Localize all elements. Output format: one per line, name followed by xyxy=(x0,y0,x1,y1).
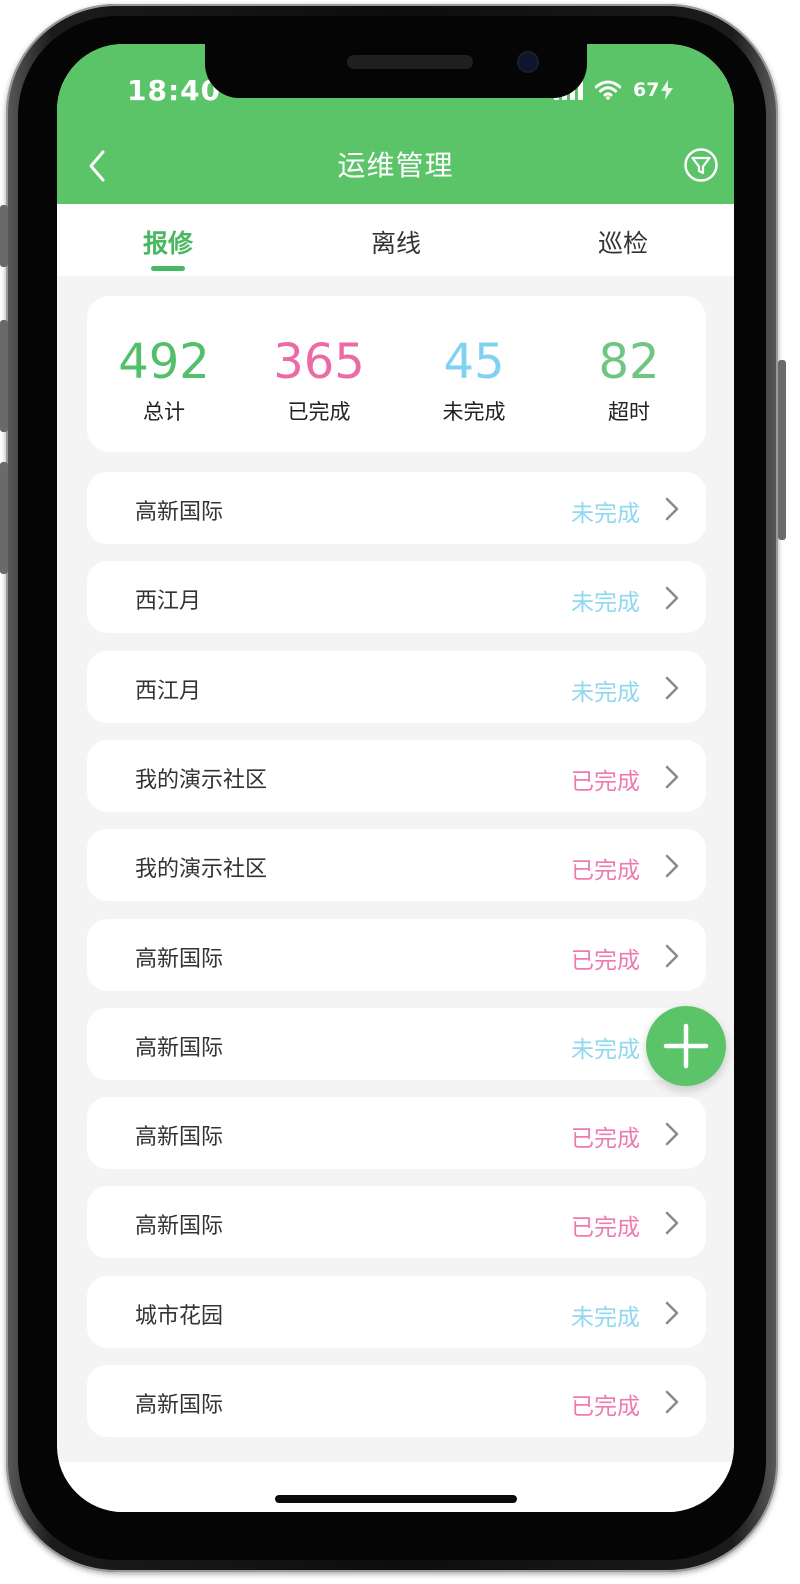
speaker-grille xyxy=(347,55,473,69)
app-screen: 18:40 67 运维管理 报修 离线 巡检 492 总计 365 已完成 45… xyxy=(57,44,734,1512)
status-badge: 已完成 xyxy=(571,1215,640,1242)
stat-overtime[interactable]: 82 超时 xyxy=(559,336,699,426)
chevron-right-icon xyxy=(665,497,679,521)
status-badge: 未完成 xyxy=(571,679,640,706)
status-badge: 已完成 xyxy=(571,768,640,795)
list-item[interactable]: 西江月 未完成 xyxy=(87,650,706,723)
home-indicator[interactable] xyxy=(275,1495,517,1503)
community-name: 我的演示社区 xyxy=(135,767,268,793)
status-badge: 已完成 xyxy=(571,1126,640,1153)
community-name: 高新国际 xyxy=(135,1035,224,1061)
list-item[interactable]: 高新国际 已完成 xyxy=(87,1097,706,1170)
plus-icon xyxy=(663,1023,709,1069)
stat-label: 未完成 xyxy=(442,400,506,424)
list-item[interactable]: 高新国际 未完成 xyxy=(87,1007,706,1080)
stat-value: 365 xyxy=(273,334,365,390)
wifi-icon xyxy=(595,80,621,100)
charging-bolt-icon xyxy=(661,80,674,100)
status-badge: 未完成 xyxy=(571,590,640,617)
stats-card: 492 总计 365 已完成 45 未完成 82 超时 xyxy=(87,296,706,452)
list-item[interactable]: 我的演示社区 已完成 xyxy=(87,739,706,812)
add-button[interactable] xyxy=(646,1006,726,1086)
status-badge: 已完成 xyxy=(571,947,640,974)
list-item[interactable]: 城市花园 未完成 xyxy=(87,1275,706,1348)
battery-level: 67 xyxy=(633,79,660,101)
status-badge: 未完成 xyxy=(571,1036,640,1063)
list-item[interactable]: 西江月 未完成 xyxy=(87,561,706,634)
community-name: 高新国际 xyxy=(135,500,224,525)
stat-incomplete[interactable]: 45 未完成 xyxy=(404,336,544,426)
stat-value: 492 xyxy=(118,334,210,390)
front-camera xyxy=(519,53,537,71)
list-item[interactable]: 高新国际 未完成 xyxy=(87,472,706,544)
chevron-right-icon xyxy=(665,854,679,878)
tab-bar: 报修 离线 巡检 xyxy=(57,204,734,276)
list-item[interactable]: 高新国际 已完成 xyxy=(87,1365,706,1437)
community-name: 我的演示社区 xyxy=(135,857,268,883)
community-name: 高新国际 xyxy=(135,946,224,972)
volume-up-button xyxy=(0,320,8,432)
chevron-right-icon xyxy=(665,765,679,789)
community-name: 高新国际 xyxy=(135,1393,224,1418)
page-title: 运维管理 xyxy=(337,149,454,182)
power-button xyxy=(778,360,786,540)
community-name: 高新国际 xyxy=(135,1214,224,1240)
chevron-right-icon xyxy=(665,587,679,610)
stat-completed[interactable]: 365 已完成 xyxy=(249,336,389,426)
chevron-right-icon xyxy=(665,944,679,967)
list-item[interactable]: 高新国际 已完成 xyxy=(87,1186,706,1259)
tab-active-indicator xyxy=(151,266,185,271)
community-name: 城市花园 xyxy=(135,1303,224,1329)
status-badge: 已完成 xyxy=(571,858,640,885)
list-item[interactable]: 我的演示社区 已完成 xyxy=(87,829,706,902)
chevron-right-icon xyxy=(665,1122,679,1146)
stat-label: 总计 xyxy=(143,400,185,424)
tab-repair[interactable]: 报修 xyxy=(98,224,238,260)
chevron-right-icon xyxy=(665,1390,679,1414)
status-badge: 未完成 xyxy=(571,1304,640,1331)
community-name: 高新国际 xyxy=(135,1125,224,1151)
status-time: 18:40 xyxy=(127,74,222,107)
community-name: 西江月 xyxy=(135,589,202,615)
volume-down-button xyxy=(0,462,8,574)
filter-icon[interactable] xyxy=(683,147,719,183)
chevron-right-icon xyxy=(665,1301,679,1324)
list-item[interactable]: 高新国际 已完成 xyxy=(87,918,706,991)
stat-label: 超时 xyxy=(608,400,650,424)
stat-total[interactable]: 492 总计 xyxy=(94,336,234,426)
device-notch xyxy=(205,44,587,98)
tab-offline[interactable]: 离线 xyxy=(326,224,466,260)
chevron-right-icon xyxy=(665,676,679,699)
app-header: 18:40 67 运维管理 xyxy=(57,44,734,204)
mute-switch xyxy=(0,205,8,267)
status-badge: 未完成 xyxy=(571,501,640,527)
battery-indicator: 67 xyxy=(633,79,674,101)
tab-inspection[interactable]: 巡检 xyxy=(553,224,693,260)
chevron-right-icon xyxy=(665,1212,679,1235)
status-badge: 已完成 xyxy=(571,1394,640,1420)
stat-value: 45 xyxy=(443,334,505,390)
stat-label: 已完成 xyxy=(287,400,351,424)
stat-value: 82 xyxy=(598,334,660,390)
list-bottom-area xyxy=(57,1462,734,1512)
community-name: 西江月 xyxy=(135,678,202,704)
